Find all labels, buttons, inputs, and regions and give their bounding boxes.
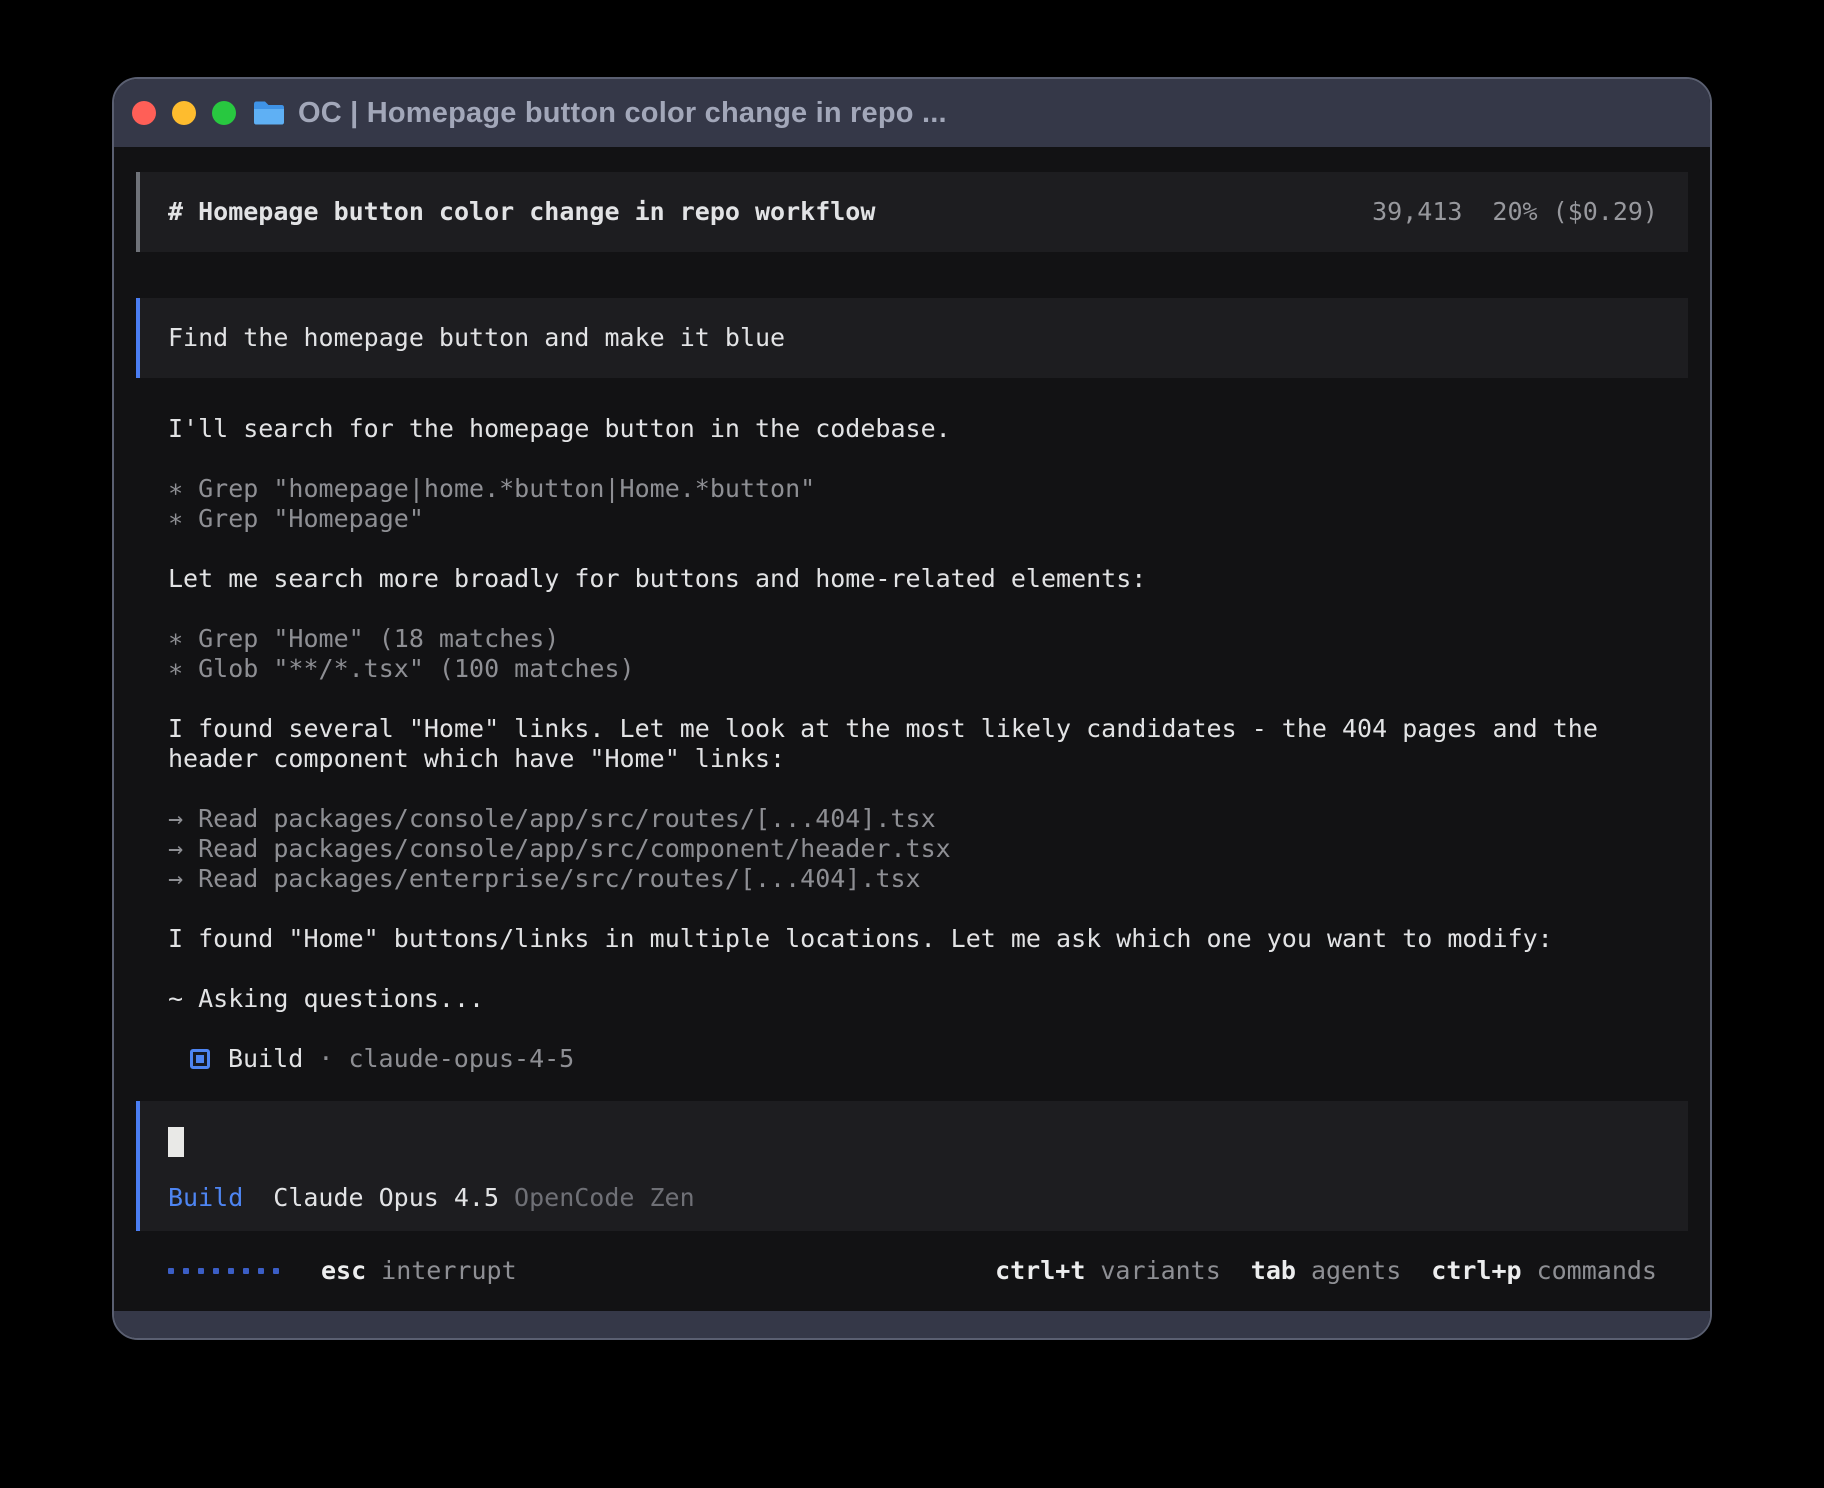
- close-button[interactable]: [132, 101, 156, 125]
- transcript-line: header component which have "Home" links…: [168, 744, 1688, 774]
- transcript-blank-line: [168, 774, 1688, 804]
- zoom-button[interactable]: [212, 101, 236, 125]
- transcript-blank-line: [168, 954, 1688, 984]
- window-footer-strip: [114, 1311, 1710, 1338]
- composer-model[interactable]: Claude Opus 4.5: [273, 1183, 499, 1213]
- transcript-blank-line: [168, 894, 1688, 924]
- user-message: Find the homepage button and make it blu…: [136, 298, 1688, 378]
- tool-call-grep: ∗ Grep "Home" (18 matches): [168, 624, 1688, 654]
- hint-left: esc interrupt: [168, 1256, 517, 1286]
- ctrl-t-key: ctrl+t: [995, 1256, 1085, 1286]
- esc-key: esc: [321, 1256, 366, 1286]
- text-cursor: [168, 1127, 184, 1157]
- esc-label: interrupt: [381, 1256, 516, 1286]
- terminal-viewport: # Homepage button color change in repo w…: [114, 147, 1710, 1311]
- prompt-input[interactable]: Build Claude Opus 4.5 OpenCode Zen: [136, 1101, 1688, 1231]
- composer-provider: OpenCode Zen: [514, 1183, 695, 1213]
- ctrl-p-key: ctrl+p: [1431, 1256, 1521, 1286]
- agents-label: agents: [1311, 1256, 1401, 1286]
- app-window: OC | Homepage button color change in rep…: [112, 77, 1712, 1340]
- composer-agent[interactable]: Build: [168, 1183, 243, 1213]
- agent-status-line: Build · claude-opus-4-5: [136, 1044, 1688, 1074]
- status-separator: [333, 1044, 348, 1074]
- asking-questions-line: ~ Asking questions...: [168, 984, 1688, 1014]
- hint-right: ctrl+t variants tab agents ctrl+p comman…: [995, 1256, 1657, 1286]
- user-message-text: Find the homepage button and make it blu…: [168, 323, 785, 353]
- transcript-blank-line: [168, 1014, 1688, 1044]
- session-title: # Homepage button color change in repo w…: [168, 197, 875, 227]
- commands-label: commands: [1537, 1256, 1657, 1286]
- tool-call-glob: ∗ Glob "**/*.tsx" (100 matches): [168, 654, 1688, 684]
- agent-square-icon: [190, 1049, 210, 1069]
- tool-call-read: → Read packages/enterprise/src/routes/[.…: [168, 864, 1688, 894]
- status-dot: ·: [318, 1044, 333, 1074]
- hint-bar: esc interrupt ctrl+t variants tab agents…: [136, 1256, 1688, 1286]
- session-header: # Homepage button color change in repo w…: [136, 172, 1688, 252]
- hint-esc: esc interrupt: [321, 1256, 517, 1286]
- folder-icon: [252, 99, 286, 127]
- traffic-lights: [132, 101, 236, 125]
- transcript-line: Let me search more broadly for buttons a…: [168, 564, 1688, 594]
- transcript-blank-line: [168, 684, 1688, 714]
- transcript-line: I found several "Home" links. Let me loo…: [168, 714, 1688, 744]
- token-count: 39,413: [1372, 197, 1462, 227]
- agent-name: Build: [228, 1044, 303, 1074]
- transcript-blank-line: [168, 594, 1688, 624]
- transcript-blank-line: [168, 444, 1688, 474]
- assistant-transcript: I'll search for the homepage button in t…: [136, 414, 1688, 1044]
- hint-variants: ctrl+t variants: [995, 1256, 1221, 1286]
- status-separator: [303, 1044, 318, 1074]
- titlebar: OC | Homepage button color change in rep…: [114, 79, 1710, 147]
- transcript-line: I'll search for the homepage button in t…: [168, 414, 1688, 444]
- minimize-button[interactable]: [172, 101, 196, 125]
- tool-call-read: → Read packages/console/app/src/componen…: [168, 834, 1688, 864]
- window-title: OC | Homepage button color change in rep…: [298, 97, 947, 130]
- hint-commands: ctrl+p commands: [1431, 1256, 1657, 1286]
- context-cost: 20% ($0.29): [1492, 197, 1658, 227]
- working-spinner-dots: [168, 1268, 279, 1274]
- transcript-line: I found "Home" buttons/links in multiple…: [168, 924, 1688, 954]
- tool-call-grep: ∗ Grep "homepage|home.*button|Home.*butt…: [168, 474, 1688, 504]
- model-id: claude-opus-4-5: [348, 1044, 574, 1074]
- tool-call-grep: ∗ Grep "Homepage": [168, 504, 1688, 534]
- tab-key: tab: [1251, 1256, 1296, 1286]
- transcript-blank-line: [168, 534, 1688, 564]
- variants-label: variants: [1100, 1256, 1220, 1286]
- session-stats: 39,413 20% ($0.29): [1372, 197, 1658, 227]
- hint-agents: tab agents: [1251, 1256, 1401, 1286]
- tool-call-read: → Read packages/console/app/src/routes/[…: [168, 804, 1688, 834]
- composer-meta: Build Claude Opus 4.5 OpenCode Zen: [168, 1183, 1660, 1213]
